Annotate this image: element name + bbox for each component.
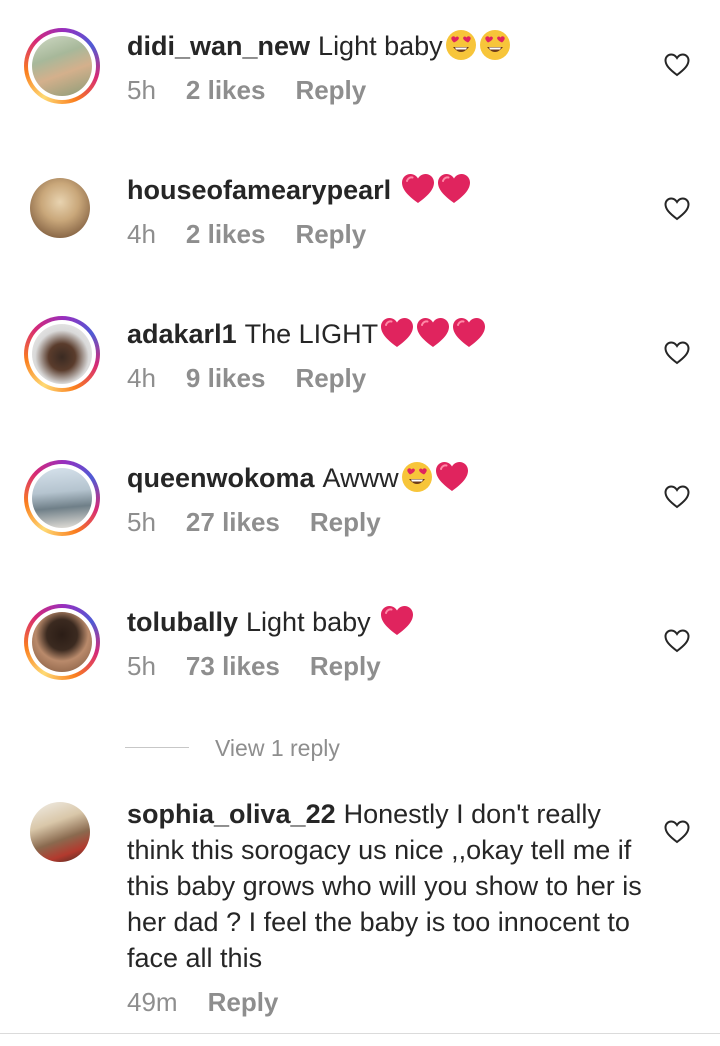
avatar-image	[32, 36, 92, 96]
comment-time: 4h	[127, 219, 156, 249]
avatar[interactable]	[24, 28, 100, 104]
reply-button[interactable]: Reply	[295, 75, 366, 105]
avatar-image	[30, 802, 90, 862]
avatar-ring-gap	[28, 320, 96, 388]
comment-text: sophia_oliva_22 Honestly I don't really t…	[127, 796, 647, 976]
comment-body: Light baby	[246, 607, 371, 637]
comment-username[interactable]: queenwokoma	[127, 463, 315, 493]
comment-username[interactable]: houseofamearypearl	[127, 175, 391, 205]
comment-meta: 5h 2 likes Reply	[127, 73, 396, 107]
red-heart-emoji-icon	[416, 317, 450, 349]
comment-body: The LIGHT	[244, 319, 379, 349]
view-replies-button[interactable]: View 1 reply	[215, 733, 340, 763]
reply-button[interactable]: Reply	[310, 651, 381, 681]
like-heart-icon[interactable]	[664, 629, 690, 653]
avatar[interactable]	[24, 172, 100, 248]
avatar-image	[30, 178, 90, 238]
like-heart-icon[interactable]	[664, 485, 690, 509]
comment-text: houseofamearypearl	[127, 172, 471, 208]
comment-text: adakarl1 The LIGHT	[127, 316, 486, 352]
comment-meta: 5h 73 likes Reply	[127, 649, 411, 683]
comment-time: 5h	[127, 507, 156, 537]
avatar-image	[32, 468, 92, 528]
bottom-divider	[0, 1033, 720, 1034]
comment-likes[interactable]: 9 likes	[186, 363, 266, 393]
comment-meta: 49m Reply	[127, 985, 308, 1019]
avatar[interactable]	[24, 796, 100, 872]
comment-meta: 5h 27 likes Reply	[127, 505, 411, 539]
avatar-ring-gap	[28, 464, 96, 532]
view-replies-divider	[125, 747, 189, 748]
reply-button[interactable]: Reply	[295, 363, 366, 393]
comment-username[interactable]: sophia_oliva_22	[127, 799, 336, 829]
comment-body: Light baby	[318, 31, 443, 61]
avatar-image	[32, 612, 92, 672]
reply-button[interactable]: Reply	[295, 219, 366, 249]
comment-meta: 4h 2 likes Reply	[127, 217, 396, 251]
avatar[interactable]	[24, 316, 100, 392]
like-heart-icon[interactable]	[664, 341, 690, 365]
comment-time: 4h	[127, 363, 156, 393]
comment-likes[interactable]: 27 likes	[186, 507, 280, 537]
heart-eyes-emoji-icon	[445, 29, 477, 61]
reply-button[interactable]: Reply	[310, 507, 381, 537]
heart-eyes-emoji-icon	[479, 29, 511, 61]
red-heart-emoji-icon	[452, 317, 486, 349]
red-heart-emoji-icon	[437, 173, 471, 205]
red-heart-emoji-icon	[380, 605, 414, 637]
comment-text: queenwokoma Awww	[127, 460, 469, 496]
comment-body: Awww	[322, 463, 399, 493]
avatar-image	[32, 324, 92, 384]
comment-username[interactable]: didi_wan_new	[127, 31, 310, 61]
avatar-ring-gap	[28, 608, 96, 676]
reply-button[interactable]: Reply	[208, 987, 279, 1017]
avatar[interactable]	[24, 460, 100, 536]
comment-text: tolubally Light baby	[127, 604, 414, 640]
comment-likes[interactable]: 2 likes	[186, 219, 266, 249]
avatar[interactable]	[24, 604, 100, 680]
comment-time: 5h	[127, 75, 156, 105]
comment-time: 5h	[127, 651, 156, 681]
heart-eyes-emoji-icon	[401, 461, 433, 493]
comment-username[interactable]: tolubally	[127, 607, 238, 637]
comment-meta: 4h 9 likes Reply	[127, 361, 396, 395]
red-heart-emoji-icon	[380, 317, 414, 349]
comment-likes[interactable]: 73 likes	[186, 651, 280, 681]
red-heart-emoji-icon	[435, 461, 469, 493]
like-heart-icon[interactable]	[664, 197, 690, 221]
comment-text: didi_wan_new Light baby	[127, 28, 511, 64]
like-heart-icon[interactable]	[664, 53, 690, 77]
like-heart-icon[interactable]	[664, 820, 690, 844]
comment-time: 49m	[127, 987, 178, 1017]
red-heart-emoji-icon	[401, 173, 435, 205]
comment-likes[interactable]: 2 likes	[186, 75, 266, 105]
comment-username[interactable]: adakarl1	[127, 319, 237, 349]
avatar-ring-gap	[28, 32, 96, 100]
